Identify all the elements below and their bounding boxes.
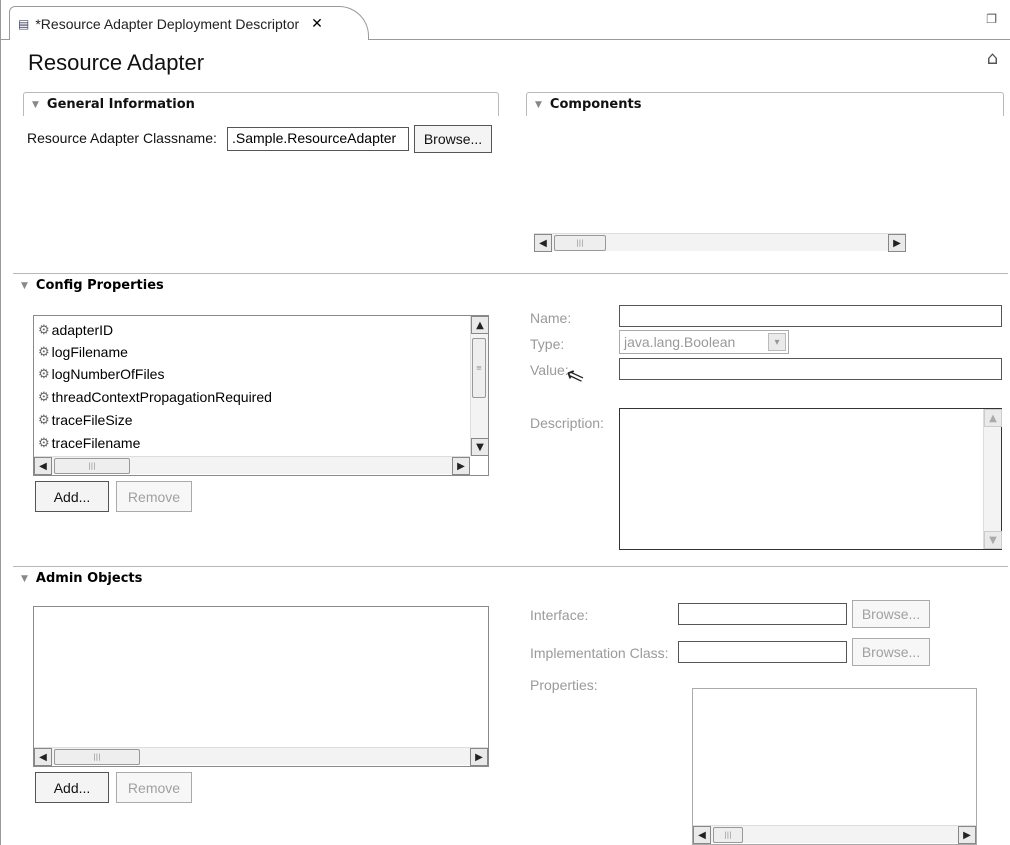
properties-label: Properties: [530,677,598,693]
scroll-left-icon[interactable]: ◀ [693,826,711,844]
restore-icon[interactable]: ❐ [986,12,997,26]
scroll-left-icon[interactable]: ◀ [34,457,52,475]
property-icon: ⚙ [38,366,50,381]
editor-tab[interactable]: ▤ *Resource Adapter Deployment Descripto… [9,6,369,40]
classname-label: Resource Adapter Classname: [27,130,217,146]
list-item[interactable]: ⚙ traceFileSize [38,412,133,428]
property-icon: ⚙ [38,322,50,337]
descriptor-icon: ▤ [18,16,30,31]
property-icon: ⚙ [38,389,50,404]
scroll-down-icon[interactable]: ▼ [984,531,1002,549]
property-icon: ⚙ [38,412,50,427]
scroll-right-icon[interactable]: ▶ [470,748,488,766]
scroll-up-icon[interactable]: ▲ [471,316,489,334]
collapse-triangle-icon[interactable]: ▼ [21,574,28,584]
editor-tab-title: *Resource Adapter Deployment Descriptor [35,15,300,32]
list-item[interactable]: ⚙ logFilename [38,344,128,360]
classname-input[interactable]: .Sample.ResourceAdapter [227,127,409,151]
list-item-label: logNumberOfFiles [51,366,165,382]
collapse-triangle-icon[interactable]: ▼ [535,100,542,110]
properties-horizontal-scrollbar[interactable]: ◀ ||| ▶ [693,825,976,844]
page-title: Resource Adapter [28,50,205,75]
section-title: Config Properties [35,278,164,293]
section-config-properties[interactable]: ▼ Config Properties [13,273,1008,297]
config-vertical-scrollbar[interactable]: ▲ ≡ ▼ [470,316,489,456]
type-select-value: java.lang.Boolean [624,334,736,350]
scroll-thumb[interactable]: ||| [54,749,140,765]
list-item-label: traceFileSize [51,412,133,428]
tab-bar: ▤ *Resource Adapter Deployment Descripto… [1,0,1010,40]
interface-label: Interface: [530,607,589,623]
property-icon: ⚙ [38,435,50,450]
admin-remove-button[interactable]: Remove [116,772,192,803]
list-item-label: threadContextPropagationRequired [51,389,272,405]
scroll-thumb[interactable]: ||| [713,827,743,843]
type-select[interactable]: java.lang.Boolean ▾ [619,330,789,354]
section-admin-objects[interactable]: ▼ Admin Objects [13,566,1008,590]
list-item[interactable]: ⚙ traceFilename [38,435,140,451]
description-textarea[interactable]: ▲ ▼ [619,408,1002,550]
list-item-label: adapterID [51,322,114,338]
scroll-thumb[interactable]: ||| [554,235,606,251]
list-item[interactable]: ⚙ adapterID [38,322,113,338]
close-icon[interactable]: ✕ [311,16,323,32]
section-general-information[interactable]: ▼ General Information [23,92,499,116]
scroll-right-icon[interactable]: ▶ [958,826,976,844]
scroll-right-icon[interactable]: ▶ [888,234,906,252]
classname-browse-button[interactable]: Browse... [414,125,492,153]
list-item-label: traceFilename [51,435,141,451]
section-title: General Information [46,97,195,112]
config-remove-button[interactable]: Remove [116,481,192,512]
name-label: Name: [530,310,572,326]
description-label: Description: [530,415,604,431]
config-horizontal-scrollbar[interactable]: ◀ ||| ▶ [34,456,470,475]
home-icon[interactable]: ⌂ [987,48,998,69]
section-title: Admin Objects [35,571,143,586]
collapse-triangle-icon[interactable]: ▼ [21,281,28,291]
implementation-class-input[interactable] [678,641,847,663]
interface-input[interactable] [678,603,847,625]
config-add-button[interactable]: Add... [35,481,109,512]
scroll-thumb[interactable]: ≡ [472,338,486,398]
name-input[interactable] [619,305,1002,327]
admin-horizontal-scrollbar[interactable]: ◀ ||| ▶ [34,747,488,766]
list-item[interactable]: ⚙ logNumberOfFiles [38,366,164,382]
chevron-down-icon[interactable]: ▾ [768,333,786,351]
implementation-browse-button[interactable]: Browse... [852,638,930,666]
scroll-down-icon[interactable]: ▼ [471,438,489,456]
section-title: Components [549,97,642,112]
list-item-label: logFilename [51,344,128,360]
components-horizontal-scrollbar[interactable]: ◀ ||| ▶ [534,233,906,252]
editor-window: ▤ *Resource Adapter Deployment Descripto… [0,0,1010,845]
scroll-right-icon[interactable]: ▶ [452,457,470,475]
mouse-cursor-icon: ⇖ [562,361,589,392]
scroll-up-icon[interactable]: ▲ [984,409,1002,427]
scroll-left-icon[interactable]: ◀ [534,234,552,252]
list-item[interactable]: ⚙ threadContextPropagationRequired [38,389,272,405]
scroll-left-icon[interactable]: ◀ [34,748,52,766]
config-properties-list[interactable]: ⚙ adapterID ⚙ logFilename ⚙ logNumberOfFile… [33,315,489,476]
properties-list[interactable]: ◀ ||| ▶ [692,688,977,845]
admin-add-button[interactable]: Add... [35,772,109,803]
scroll-thumb[interactable]: ||| [54,458,130,474]
collapse-triangle-icon[interactable]: ▼ [32,100,39,110]
implementation-class-label: Implementation Class: [530,645,669,661]
property-icon: ⚙ [38,344,50,359]
section-components[interactable]: ▼ Components [526,92,1004,116]
description-vertical-scrollbar[interactable]: ▲ ▼ [983,409,1002,549]
value-input[interactable] [619,358,1002,380]
type-label: Type: [530,336,565,352]
interface-browse-button[interactable]: Browse... [852,600,930,628]
admin-objects-list[interactable]: ◀ ||| ▶ [33,606,489,767]
